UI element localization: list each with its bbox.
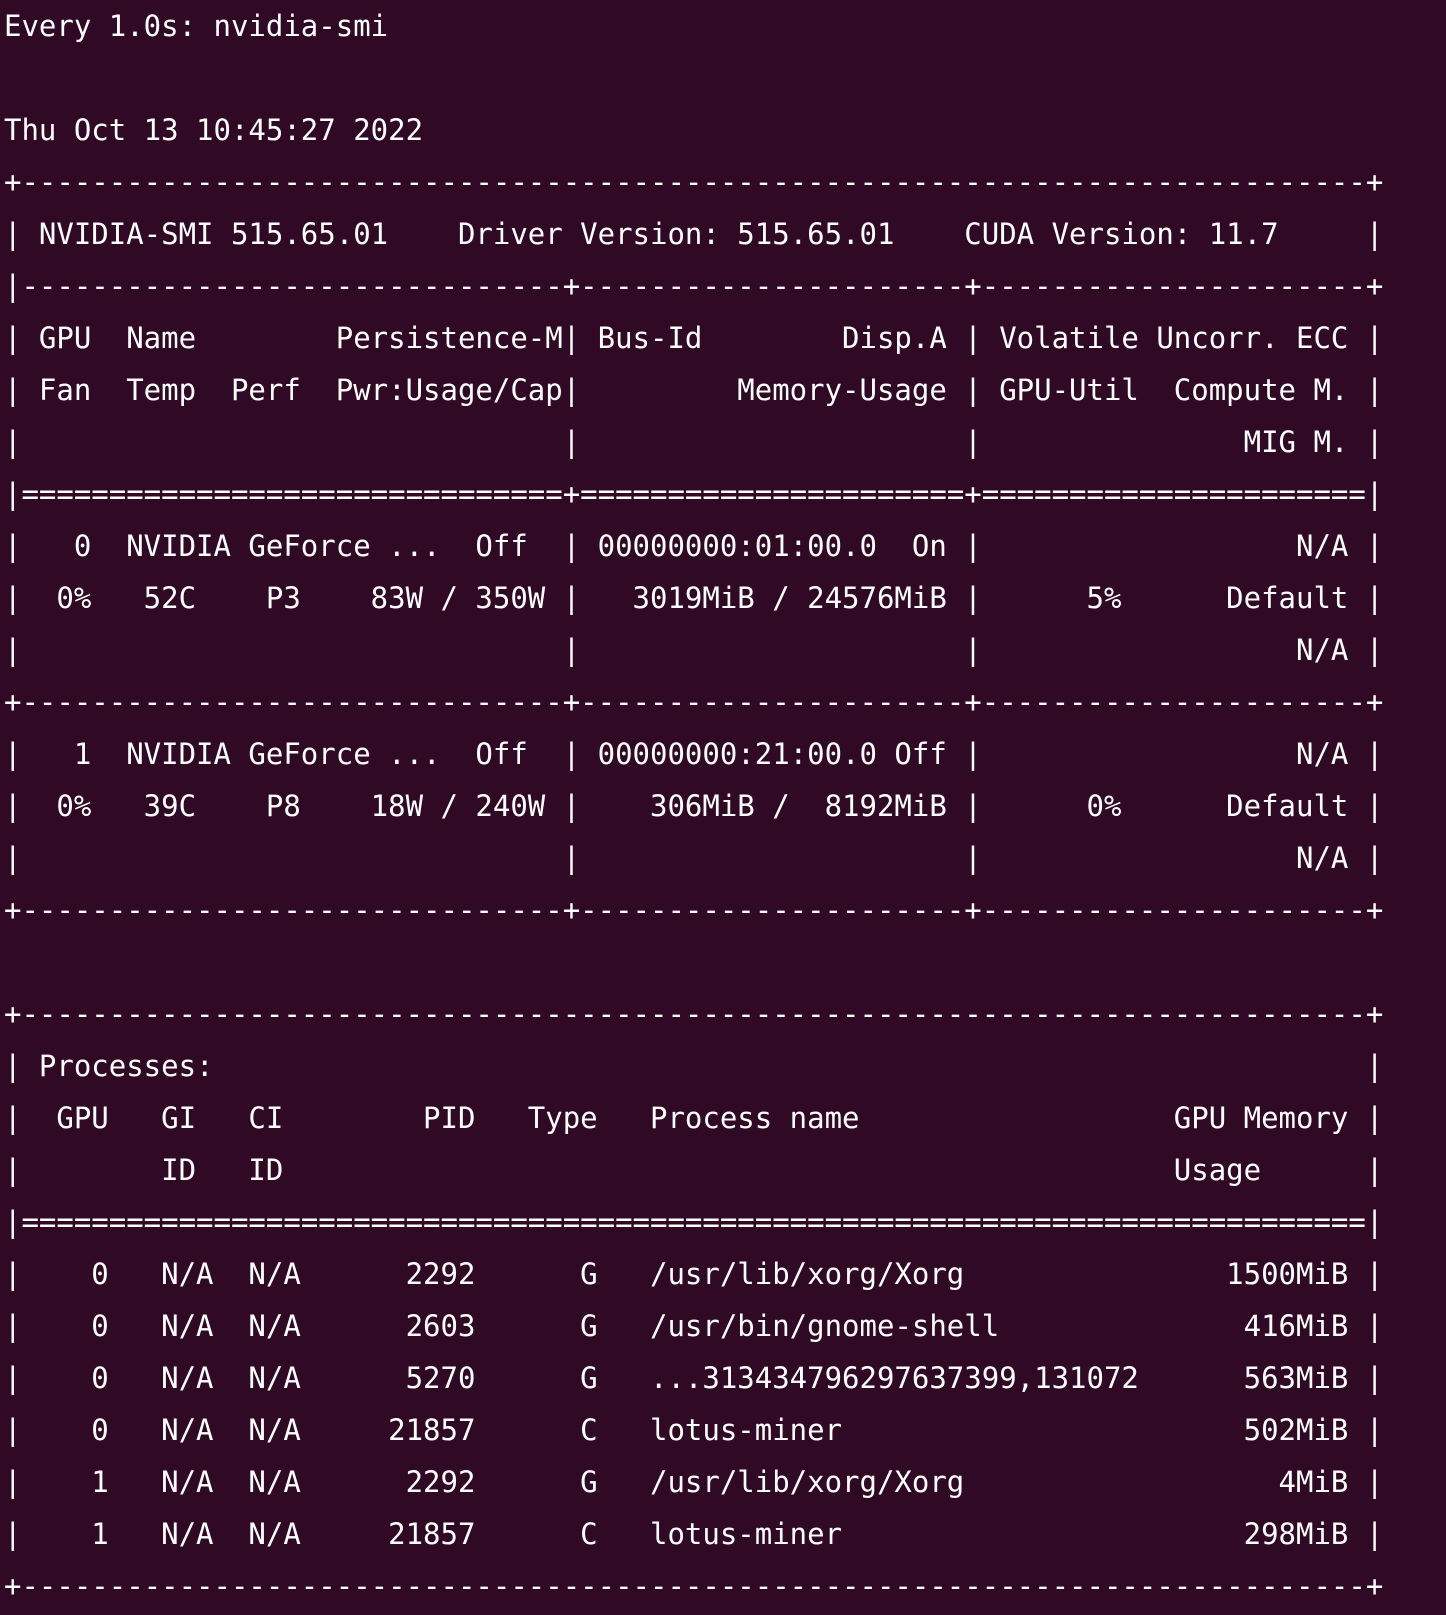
gpu-table-header: | Fan Temp Perf Pwr:Usage/Cap| Memory-Us… xyxy=(4,373,1384,407)
watch-command-header: Every 1.0s: nvidia-smi xyxy=(4,9,389,43)
process-row: | 1 N/A N/A 2292 G /usr/lib/xorg/Xorg 4M… xyxy=(4,1465,1384,1499)
processes-table-header: | ID ID Usage | xyxy=(4,1153,1384,1187)
process-row: | 0 N/A N/A 2292 G /usr/lib/xorg/Xorg 15… xyxy=(4,1257,1384,1291)
gpu-table-header: | GPU Name Persistence-M| Bus-Id Disp.A … xyxy=(4,321,1384,355)
gpu-1-separator: +-------------------------------+-------… xyxy=(4,893,1384,927)
processes-border-top: +---------------------------------------… xyxy=(4,997,1384,1031)
process-row: | 0 N/A N/A 2603 G /usr/bin/gnome-shell … xyxy=(4,1309,1384,1343)
smi-border-top: +---------------------------------------… xyxy=(4,165,1384,199)
gpu-table-header: | | | MIG M. | xyxy=(4,425,1384,459)
gpu-0-row: | | | N/A | xyxy=(4,633,1384,667)
process-row: | 0 N/A N/A 21857 C lotus-miner 502MiB | xyxy=(4,1413,1384,1447)
gpu-table-header-rule: |===============================+=======… xyxy=(4,477,1384,511)
processes-header-rule: |=======================================… xyxy=(4,1205,1384,1239)
processes-table-header: | GPU GI CI PID Type Process name GPU Me… xyxy=(4,1101,1384,1135)
smi-version-line: | NVIDIA-SMI 515.65.01 Driver Version: 5… xyxy=(4,217,1384,251)
process-row: | 1 N/A N/A 21857 C lotus-miner 298MiB | xyxy=(4,1517,1384,1551)
gpu-1-row: | | | N/A | xyxy=(4,841,1384,875)
smi-separator: |-------------------------------+-------… xyxy=(4,269,1384,303)
processes-border-bottom: +---------------------------------------… xyxy=(4,1569,1384,1603)
gpu-0-row: | 0% 52C P3 83W / 350W | 3019MiB / 24576… xyxy=(4,581,1384,615)
gpu-0-row: | 0 NVIDIA GeForce ... Off | 00000000:01… xyxy=(4,529,1384,563)
process-row: | 0 N/A N/A 5270 G ...313434796297637399… xyxy=(4,1361,1384,1395)
processes-title: | Processes: | xyxy=(4,1049,1384,1083)
gpu-1-row: | 1 NVIDIA GeForce ... Off | 00000000:21… xyxy=(4,737,1384,771)
gpu-0-separator: +-------------------------------+-------… xyxy=(4,685,1384,719)
gpu-1-row: | 0% 39C P8 18W / 240W | 306MiB / 8192Mi… xyxy=(4,789,1384,823)
terminal-window[interactable]: Every 1.0s: nvidia-smi Thu Oct 13 10:45:… xyxy=(0,0,1446,1615)
timestamp: Thu Oct 13 10:45:27 2022 xyxy=(4,113,424,147)
